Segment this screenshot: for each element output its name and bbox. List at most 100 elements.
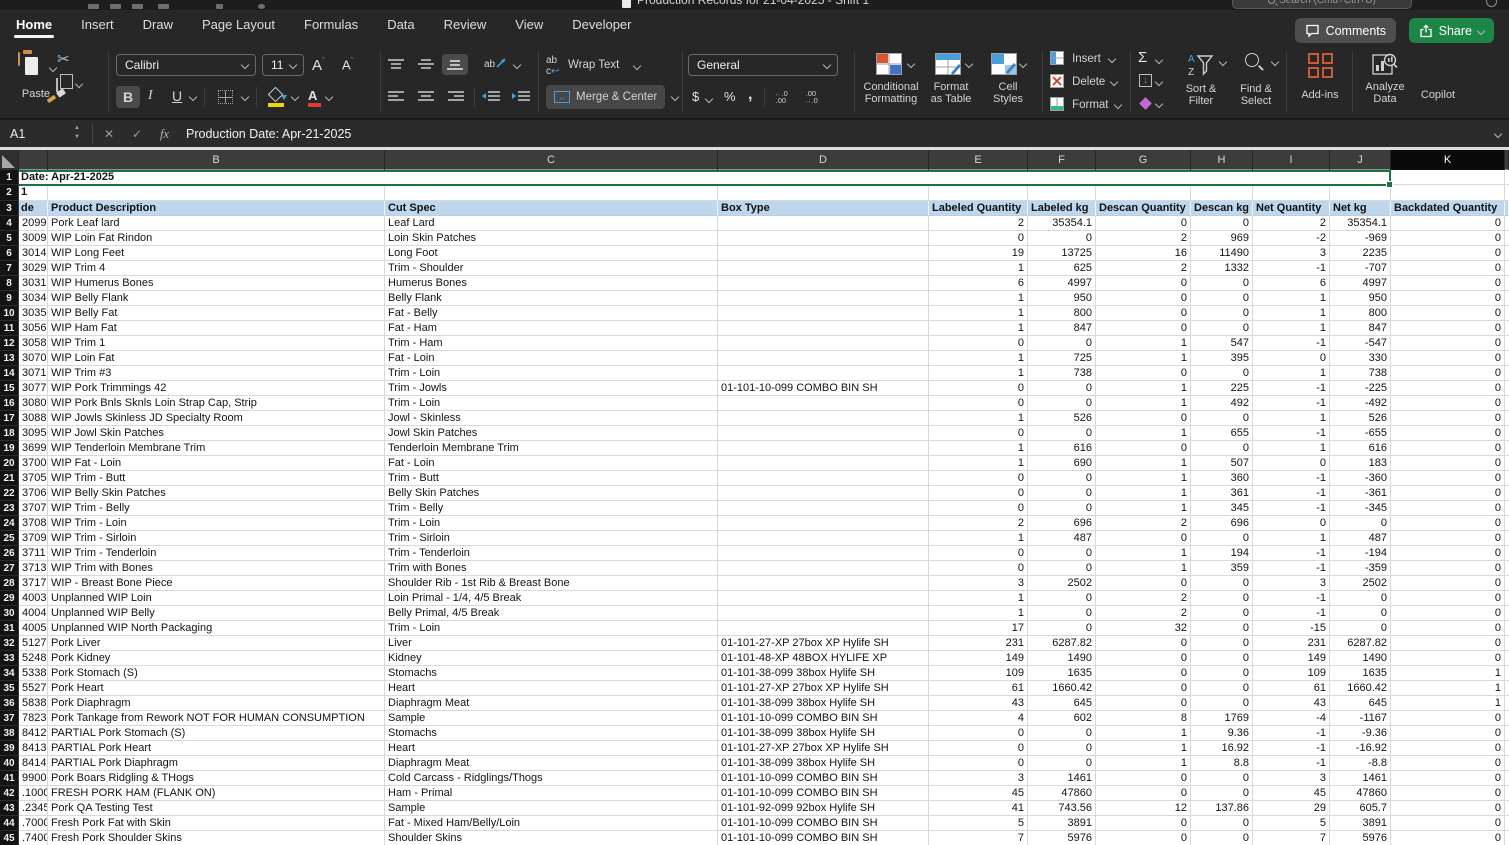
cell-production-date[interactable]: Date: Apr-21-2025 (19, 170, 1391, 185)
cell-cut-spec[interactable]: Trim - Loin (385, 366, 718, 381)
cell-descan-kg[interactable] (1191, 185, 1253, 200)
row-header[interactable]: 31 (0, 621, 19, 636)
cell-descan-kg[interactable]: 361 (1191, 486, 1253, 501)
row-header[interactable]: 3 (0, 201, 19, 216)
cell-backdated-quantity[interactable]: 0 (1391, 246, 1505, 261)
row-header[interactable]: 5 (0, 231, 19, 246)
cell-partial[interactable] (1505, 576, 1509, 591)
cell-partial[interactable] (1505, 531, 1509, 546)
cell-descan-kg[interactable]: 359 (1191, 561, 1253, 576)
cell-descan-quantity[interactable]: 2 (1096, 261, 1191, 276)
cell-box-type[interactable] (718, 501, 929, 516)
find-select-button[interactable]: Find & Select (1232, 45, 1282, 62)
cell-box-type[interactable] (718, 306, 929, 321)
shrink-font-button[interactable]: Aˇ (342, 56, 354, 72)
cell-net-kg[interactable]: 616 (1330, 441, 1391, 456)
row-header[interactable]: 8 (0, 276, 19, 291)
clear-button[interactable] (1141, 99, 1150, 111)
cell-net-quantity[interactable]: -1 (1253, 336, 1330, 351)
cell-backdated-quantity[interactable]: 0 (1391, 336, 1505, 351)
cell-code[interactable]: 3700 (19, 456, 48, 471)
cell-labeled-quantity[interactable]: 0 (929, 726, 1028, 741)
toolbar-icon-fragment[interactable] (110, 4, 121, 9)
cell-code[interactable]: 3711 (19, 546, 48, 561)
cell-net-kg[interactable]: 645 (1330, 696, 1391, 711)
cell-code[interactable]: .2345 (19, 801, 48, 816)
cell-labeled-quantity[interactable]: 1 (929, 441, 1028, 456)
cell-backdated-quantity[interactable]: 0 (1391, 291, 1505, 306)
tab-draw[interactable]: Draw (143, 17, 173, 41)
cell-labeled-kg[interactable]: 0 (1028, 561, 1096, 576)
cell-product-description[interactable]: WIP Trim 4 (48, 261, 385, 276)
decrease-indent-icon[interactable] (482, 91, 500, 103)
cell-product-description[interactable]: Fresh Pork Shoulder Skins (48, 831, 385, 845)
row-header[interactable]: 22 (0, 486, 19, 501)
cell-cut-spec[interactable]: Loin Skin Patches (385, 231, 718, 246)
row-header[interactable]: 30 (0, 606, 19, 621)
cell-descan-quantity[interactable]: 16 (1096, 246, 1191, 261)
cell-backdated-quantity[interactable]: 0 (1391, 651, 1505, 666)
cell-labeled-kg[interactable] (1028, 185, 1096, 200)
cell-descan-quantity[interactable]: 1 (1096, 486, 1191, 501)
row-header[interactable]: 29 (0, 591, 19, 606)
cell-net-quantity[interactable]: 61 (1253, 681, 1330, 696)
cell-code[interactable]: 4004 (19, 606, 48, 621)
header-product-description[interactable]: Product Description (48, 201, 385, 216)
cell-labeled-quantity[interactable]: 6 (929, 276, 1028, 291)
cell-descan-kg[interactable]: 11490 (1191, 246, 1253, 261)
cell-cut-spec[interactable]: Trim - Shoulder (385, 261, 718, 276)
cell-net-kg[interactable]: -225 (1330, 381, 1391, 396)
cell-backdated-quantity[interactable]: 0 (1391, 756, 1505, 771)
cell-net-kg[interactable] (1330, 185, 1391, 200)
cell-labeled-kg[interactable]: 2502 (1028, 576, 1096, 591)
cell-labeled-quantity[interactable]: 1 (929, 291, 1028, 306)
cell-code[interactable]: 5248 (19, 651, 48, 666)
cell-labeled-kg[interactable]: 800 (1028, 306, 1096, 321)
cell-cut-spec[interactable]: Stomachs (385, 666, 718, 681)
cell-backdated-quantity[interactable] (1391, 185, 1505, 200)
cell-labeled-quantity[interactable]: 1 (929, 261, 1028, 276)
cell-net-quantity[interactable]: 3 (1253, 771, 1330, 786)
cell-box-type[interactable]: 01-101-92-099 92box Hylife SH (718, 801, 929, 816)
header-descan-quantity[interactable]: Descan Quantity (1096, 201, 1191, 216)
cell-cut-spec[interactable]: Belly Skin Patches (385, 486, 718, 501)
cell-net-kg[interactable]: 0 (1330, 621, 1391, 636)
cell-labeled-kg[interactable]: 0 (1028, 381, 1096, 396)
cell-labeled-quantity[interactable]: 17 (929, 621, 1028, 636)
cell-labeled-quantity[interactable]: 0 (929, 471, 1028, 486)
cell-partial[interactable] (1505, 786, 1509, 801)
cell-net-quantity[interactable]: -2 (1253, 231, 1330, 246)
cell-cut-spec[interactable]: Diaphragm Meat (385, 696, 718, 711)
cut-icon[interactable]: ✂ (57, 53, 70, 67)
cell-partial[interactable] (1505, 441, 1509, 456)
cell-descan-kg[interactable]: 360 (1191, 471, 1253, 486)
italic-button[interactable]: I (148, 88, 153, 104)
toolbar-icon-fragment[interactable] (158, 4, 169, 9)
cell-product-description[interactable]: WIP Trim - Belly (48, 501, 385, 516)
cell-backdated-quantity[interactable]: 0 (1391, 426, 1505, 441)
borders-button[interactable] (218, 90, 233, 107)
cell-backdated-quantity[interactable]: 0 (1391, 741, 1505, 756)
cell-labeled-kg[interactable]: 690 (1028, 456, 1096, 471)
cell-partial[interactable] (1505, 351, 1509, 366)
cell-descan-kg[interactable]: 9.36 (1191, 726, 1253, 741)
cell-code[interactable]: 8414 (19, 756, 48, 771)
cell-cut-spec[interactable]: Trim - Loin (385, 516, 718, 531)
cell-partial[interactable] (1505, 261, 1509, 276)
column-header-h[interactable]: H (1191, 150, 1253, 170)
cell-descan-quantity[interactable]: 1 (1096, 351, 1191, 366)
format-cells-button[interactable]: Format (1050, 97, 1121, 111)
cell-backdated-quantity[interactable]: 0 (1391, 546, 1505, 561)
cell-code[interactable]: 5338 (19, 666, 48, 681)
column-header-f[interactable]: F (1028, 150, 1096, 170)
cell-code[interactable]: 7823 (19, 711, 48, 726)
name-box-spinner[interactable]: ▲▼ (74, 124, 80, 142)
cell-net-quantity[interactable]: 6 (1253, 276, 1330, 291)
cell-partial[interactable] (1505, 621, 1509, 636)
cell-net-kg[interactable]: -1167 (1330, 711, 1391, 726)
cell-descan-quantity[interactable]: 0 (1096, 576, 1191, 591)
cell-net-kg[interactable]: -16.92 (1330, 741, 1391, 756)
cell-partial[interactable] (1505, 816, 1509, 831)
cell-cut-spec[interactable]: Trim - Butt (385, 471, 718, 486)
comments-button[interactable]: Comments (1295, 18, 1396, 43)
